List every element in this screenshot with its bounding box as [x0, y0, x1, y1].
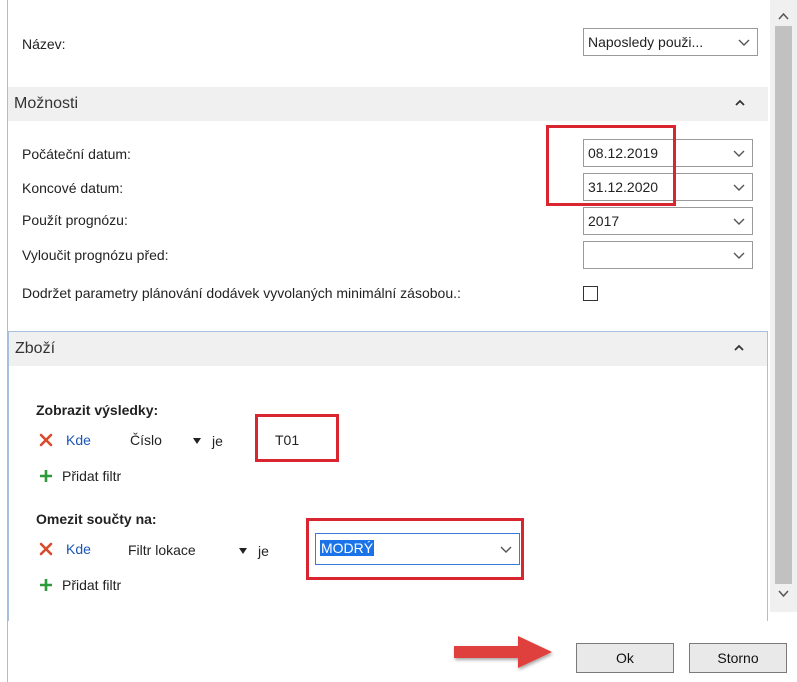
- remove-filter-icon[interactable]: [38, 432, 54, 448]
- filter-operator: je: [258, 543, 269, 559]
- scroll-up-icon[interactable]: [770, 6, 797, 26]
- nazev-value: Naposledy použi...: [588, 34, 704, 50]
- add-filter-link[interactable]: Přidat filtr: [62, 468, 121, 484]
- start-date-label: Počáteční datum:: [22, 146, 131, 162]
- moznosti-section-header[interactable]: Možnosti: [8, 87, 768, 121]
- cancel-button[interactable]: Storno: [689, 643, 787, 673]
- zbozi-title: Zboží: [15, 340, 56, 357]
- arrow-right-icon: [454, 636, 552, 668]
- forecast-select[interactable]: 2017: [583, 207, 753, 235]
- chevron-down-icon: [738, 39, 750, 46]
- chevron-down-icon: [733, 184, 745, 191]
- forecast-label: Použít prognózu:: [22, 212, 128, 228]
- where-link[interactable]: Kde: [66, 541, 91, 557]
- plus-icon[interactable]: [39, 578, 53, 592]
- filter-field-name[interactable]: Číslo: [130, 432, 162, 448]
- chevron-down-icon: [733, 252, 745, 259]
- filter-field-name[interactable]: Filtr lokace: [128, 542, 196, 558]
- exclude-forecast-label: Vyloučit prognózu před:: [22, 247, 169, 263]
- moznosti-title: Možnosti: [14, 95, 79, 112]
- chevron-down-icon: [733, 218, 745, 225]
- remove-filter-icon[interactable]: [38, 541, 54, 557]
- add-filter-link[interactable]: Přidat filtr: [62, 577, 121, 593]
- dropdown-arrow-icon[interactable]: [238, 547, 248, 555]
- vertical-scrollbar[interactable]: [770, 0, 797, 612]
- chevron-down-icon: [733, 150, 745, 157]
- where-link[interactable]: Kde: [66, 432, 91, 448]
- respect-params-label: Dodržet parametry plánování dodávek vyvo…: [22, 285, 461, 301]
- limit-totals-heading: Omezit součty na:: [36, 511, 157, 527]
- chevron-up-icon: [735, 99, 745, 106]
- chevron-up-icon: [734, 344, 744, 351]
- show-results-heading: Zobrazit výsledky:: [36, 402, 159, 418]
- ok-button[interactable]: Ok: [576, 643, 674, 673]
- end-date-label: Koncové datum:: [22, 180, 124, 196]
- scroll-down-icon[interactable]: [770, 584, 797, 604]
- respect-params-checkbox[interactable]: [583, 286, 598, 301]
- location-filter-highlight-box: [306, 518, 524, 580]
- dates-highlight-box: [546, 125, 676, 206]
- exclude-forecast-field[interactable]: [583, 241, 753, 269]
- nazev-label: Název:: [22, 36, 66, 52]
- dropdown-arrow-icon[interactable]: [192, 437, 202, 445]
- number-filter-highlight-box: [255, 414, 339, 462]
- plus-icon[interactable]: [39, 469, 53, 483]
- nazev-select[interactable]: Naposledy použi...: [583, 28, 758, 56]
- request-page-dialog: Název: Naposledy použi... Možnosti Počát…: [0, 0, 797, 682]
- forecast-value: 2017: [588, 213, 620, 229]
- filter-operator: je: [212, 433, 223, 449]
- zbozi-section-header[interactable]: Zboží: [9, 332, 767, 366]
- scroll-thumb[interactable]: [775, 26, 792, 584]
